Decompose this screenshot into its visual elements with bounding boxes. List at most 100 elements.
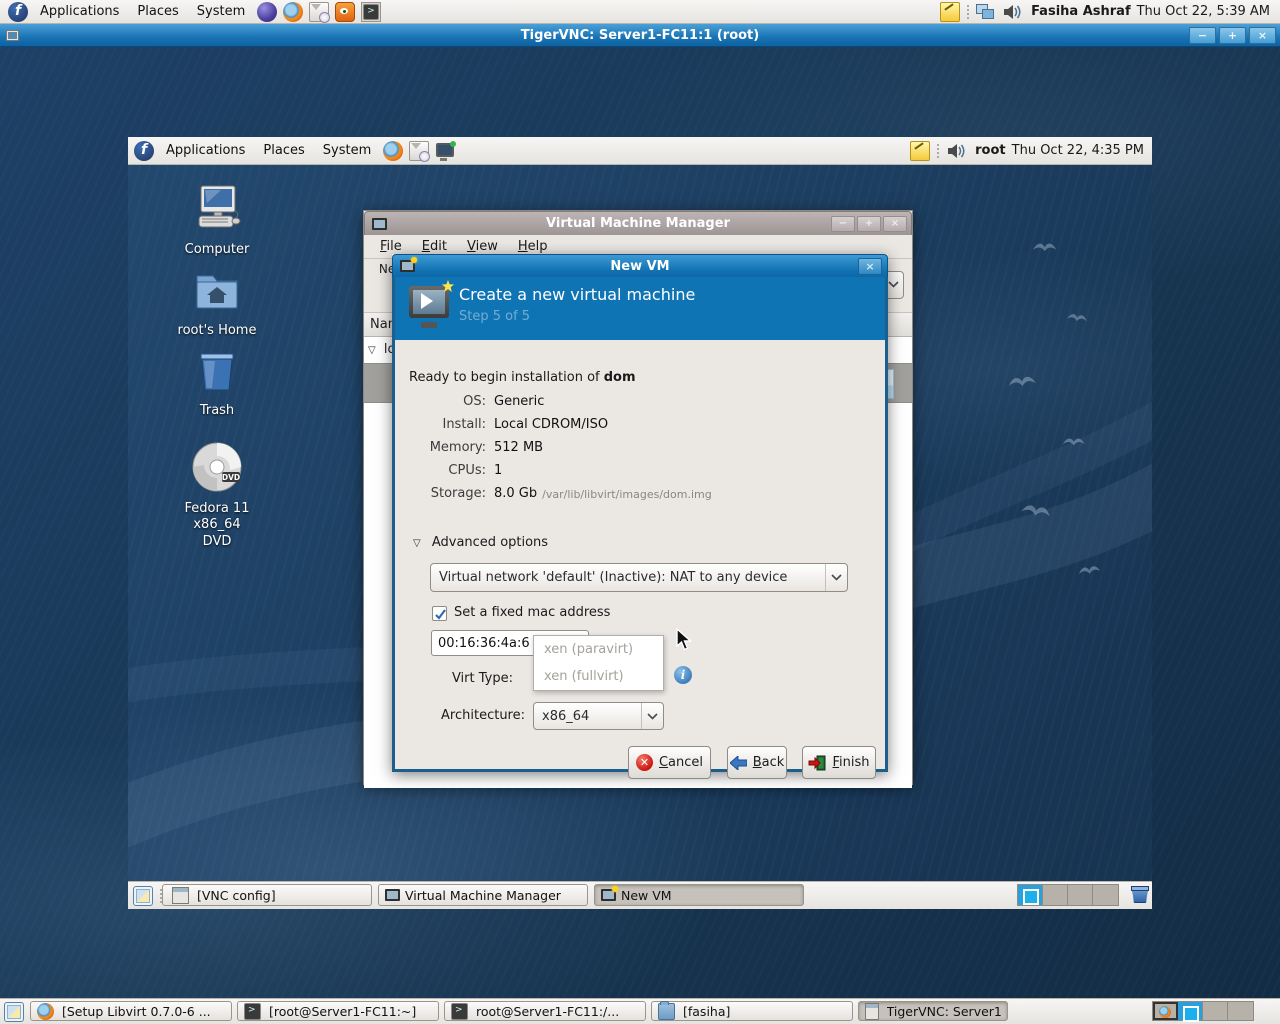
back-button[interactable]: Back <box>727 746 787 779</box>
host-task-fasiha-folder[interactable]: [fasiha] <box>651 1001 853 1021</box>
virt-option-fullvirt[interactable]: xen (fullvirt) <box>534 663 663 690</box>
newvm-titlebar[interactable]: New VM × <box>392 254 888 277</box>
host-top-panel: f Applications Places System Fasiha Ashr… <box>0 0 1280 24</box>
chevron-down-icon <box>641 703 663 729</box>
guest-task-vnc-config[interactable]: [VNC config] <box>162 884 372 906</box>
host-task-terminal-home[interactable]: [root@Server1-FC11:~] <box>237 1001 439 1021</box>
vnc-window-titlebar[interactable]: TigerVNC: Server1-FC11:1 (root) − + × <box>0 24 1280 47</box>
finish-icon <box>808 755 826 771</box>
fedora-menu-icon[interactable]: f <box>8 2 28 22</box>
desktop-icon-trash[interactable]: Trash <box>162 348 272 419</box>
workspace-3[interactable] <box>1203 1002 1228 1020</box>
guest-fedora-menu-icon[interactable]: f <box>134 141 154 161</box>
vmm-menu-edit[interactable]: Edit <box>412 239 457 254</box>
package-updater-icon[interactable] <box>335 2 355 22</box>
expander-icon: ▽ <box>413 538 421 549</box>
workspace-4[interactable] <box>1228 1002 1253 1020</box>
guest-show-desktop-icon[interactable] <box>133 886 153 906</box>
fixed-mac-label[interactable]: Set a fixed mac address <box>454 605 610 620</box>
vm-name: dom <box>604 370 636 385</box>
fixed-mac-checkbox[interactable] <box>432 606 447 621</box>
architecture-select[interactable]: x86_64 <box>533 702 664 730</box>
desktop-icon-home[interactable]: root's Home <box>162 268 272 339</box>
vnc-minimize-button[interactable]: − <box>1189 27 1216 44</box>
summary-row-os: OS:Generic <box>409 394 544 409</box>
vmm-close-button[interactable]: × <box>883 216 907 232</box>
newvm-close-button[interactable]: × <box>858 258 882 275</box>
advanced-options-expander[interactable]: ▽ Advanced options <box>413 535 548 550</box>
guest-task-newvm[interactable]: New VM <box>594 884 804 906</box>
virt-type-label: Virt Type: <box>409 671 513 686</box>
host-menu-system[interactable]: System <box>188 4 254 19</box>
guest-clock[interactable]: Thu Oct 22, 4:35 PM <box>1012 143 1144 158</box>
guest-remote-viewer-icon[interactable] <box>435 141 455 161</box>
guest-username[interactable]: root <box>975 143 1006 158</box>
bird-silhouettes <box>1008 244 1100 576</box>
guest-workspace-switcher[interactable] <box>1017 884 1119 906</box>
network-monitor-icon[interactable] <box>976 2 996 22</box>
desktop-icon-label-line2: DVD <box>203 534 232 549</box>
finish-button[interactable]: Finish <box>802 746 876 779</box>
vnc-maximize-button[interactable]: + <box>1219 27 1246 44</box>
host-show-desktop-icon[interactable] <box>4 1002 24 1022</box>
guest-top-panel: f Applications Places System root Thu Oc… <box>128 137 1152 165</box>
host-menu-places[interactable]: Places <box>128 4 187 19</box>
host-clock[interactable]: Thu Oct 22, 5:39 AM <box>1137 4 1270 19</box>
vmm-menu-file[interactable]: File <box>370 239 412 254</box>
guest-trash-applet-icon[interactable] <box>1130 884 1150 904</box>
volume-icon[interactable] <box>1002 2 1022 22</box>
vmm-menu-view[interactable]: View <box>457 239 508 254</box>
expander-icon[interactable]: ▽ <box>368 345 376 356</box>
host-username[interactable]: Fasiha Ashraf <box>1031 4 1131 19</box>
desktop-icon-label-line1: Fedora 11 x86_64 <box>185 501 250 532</box>
vnc-close-button[interactable]: × <box>1249 27 1276 44</box>
window-icon <box>172 887 189 904</box>
guest-email-launcher-icon[interactable] <box>409 141 429 161</box>
firefox-task-icon <box>37 1003 54 1020</box>
workspace-3[interactable] <box>1068 885 1093 905</box>
host-task-setup-libvirt[interactable]: [Setup Libvirt 0.7.0-6 ... <box>30 1001 232 1021</box>
wizard-step: Step 5 of 5 <box>459 309 530 324</box>
host-task-terminal-root[interactable]: root@Server1-FC11:/... <box>444 1001 646 1021</box>
trash-icon <box>191 348 243 396</box>
desktop-icon-dvd[interactable]: DVD Fedora 11 x86_64 DVD <box>162 440 272 550</box>
dvd-disc-icon: DVD <box>190 440 244 494</box>
guest-firefox-launcher-icon[interactable] <box>383 141 403 161</box>
guest-volume-icon[interactable] <box>946 141 966 161</box>
computer-icon <box>191 183 243 235</box>
vmm-maximize-button[interactable]: + <box>857 216 881 232</box>
guest-task-vmm[interactable]: Virtual Machine Manager <box>378 884 588 906</box>
workspace-1[interactable] <box>1153 1002 1178 1020</box>
summary-row-install: Install:Local CDROM/ISO <box>409 417 608 432</box>
vmm-menu-help[interactable]: Help <box>508 239 558 254</box>
host-task-tigervnc[interactable]: TigerVNC: Server1-FC... <box>858 1001 1008 1021</box>
firefox-launcher-icon[interactable] <box>283 2 303 22</box>
host-workspace-switcher[interactable] <box>1152 1001 1254 1021</box>
guest-menu-system[interactable]: System <box>314 143 380 158</box>
virt-option-paravirt[interactable]: xen (paravirt) <box>534 636 663 663</box>
vmm-minimize-button[interactable]: − <box>831 216 855 232</box>
summary-row-cpus: CPUs:1 <box>409 463 502 478</box>
guest-notification-note-icon[interactable] <box>910 141 930 161</box>
terminal-launcher-icon[interactable] <box>361 2 381 22</box>
workspace-4[interactable] <box>1093 885 1118 905</box>
notification-note-icon[interactable] <box>940 2 960 22</box>
workspace-2[interactable] <box>1178 1002 1203 1020</box>
newvm-header-banner: Create a new virtual machine Step 5 of 5 <box>395 277 885 340</box>
workspace-1[interactable] <box>1018 885 1043 905</box>
cancel-button[interactable]: ✕ Cancel <box>628 746 711 779</box>
desktop-icon-computer[interactable]: Computer <box>162 183 272 258</box>
info-icon[interactable]: i <box>674 666 692 684</box>
wizard-title: Create a new virtual machine <box>459 285 695 304</box>
storage-path: /var/lib/libvirt/images/dom.img <box>542 488 712 501</box>
check-icon <box>434 608 447 621</box>
email-launcher-icon[interactable] <box>309 2 329 22</box>
guest-menu-places[interactable]: Places <box>254 143 313 158</box>
eclipse-launcher-icon[interactable] <box>257 2 277 22</box>
host-menu-applications[interactable]: Applications <box>31 4 128 19</box>
workspace-2[interactable] <box>1043 885 1068 905</box>
guest-menu-applications[interactable]: Applications <box>157 143 254 158</box>
network-select[interactable]: Virtual network 'default' (Inactive): NA… <box>430 563 848 592</box>
vmm-titlebar[interactable]: Virtual Machine Manager − + × <box>364 211 912 235</box>
folder-task-icon <box>658 1003 675 1020</box>
